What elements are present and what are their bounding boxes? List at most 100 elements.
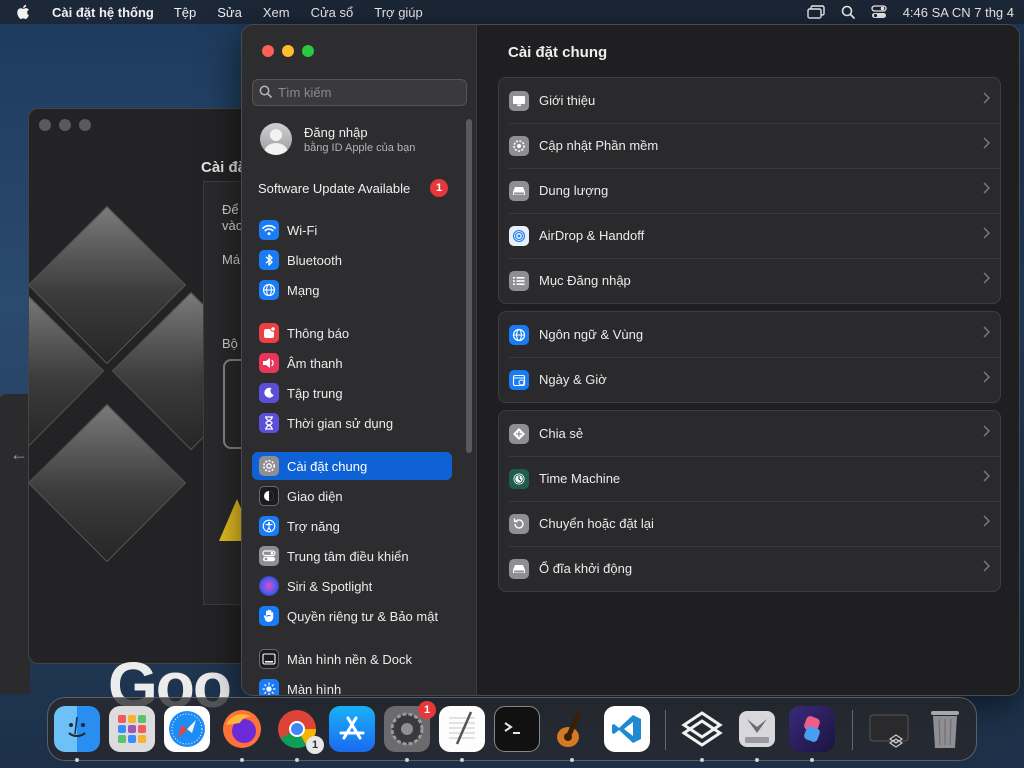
page-title: Cài đặt chung xyxy=(508,44,608,61)
menu-app-name[interactable]: Cài đặt hệ thống xyxy=(52,5,154,20)
control-center-icon[interactable] xyxy=(871,5,887,19)
row-label: Mục Đăng nhập xyxy=(539,273,631,288)
sidebar-item-label: Giao diện xyxy=(287,488,343,504)
row-label: Giới thiệu xyxy=(539,93,596,108)
shortcuts-icon[interactable] xyxy=(789,706,835,752)
parallels-icon[interactable] xyxy=(679,706,725,752)
spotlight-search-icon[interactable] xyxy=(841,5,855,19)
sun-icon xyxy=(259,679,279,695)
row-airdrop-handoff[interactable]: AirDrop & Handoff xyxy=(499,213,1000,258)
airdrop-icon xyxy=(509,225,529,246)
hand-icon xyxy=(259,606,279,626)
wifi-icon xyxy=(259,220,279,240)
system-settings-icon[interactable]: 1 xyxy=(384,701,436,752)
minimize-button[interactable] xyxy=(282,45,294,57)
textedit-icon[interactable] xyxy=(439,706,485,752)
row-startup-disk[interactable]: Ổ đĩa khởi động xyxy=(499,546,1000,591)
chevron-right-icon xyxy=(983,515,991,530)
row-storage[interactable]: Dung lượng xyxy=(499,168,1000,213)
signin-subtitle: bằng ID Apple của bạn xyxy=(304,141,416,154)
apple-id-signin[interactable]: Đăng nhập bằng ID Apple của bạn xyxy=(260,123,415,155)
downloads-stack-icon[interactable] xyxy=(866,706,912,752)
main-pane: Cài đặt chung Giới thiệu Cập nhật Phần m… xyxy=(478,25,1019,695)
sidebar-item-label: Quyền riêng tư & Bảo mật xyxy=(287,608,439,624)
launchpad-icon[interactable] xyxy=(109,706,155,752)
row-label: Chia sẻ xyxy=(539,426,584,441)
sidebar-item-appearance[interactable]: Giao diện xyxy=(252,482,452,510)
row-sharing[interactable]: Chia sẻ xyxy=(499,411,1000,456)
window-zoom-icon xyxy=(79,119,91,131)
finder-icon[interactable] xyxy=(54,706,100,752)
sidebar-item-accessibility[interactable]: Trợ năng xyxy=(252,512,452,540)
siri-icon xyxy=(259,576,279,596)
row-transfer-reset[interactable]: Chuyển hoặc đặt lại xyxy=(499,501,1000,546)
menu-window[interactable]: Cửa sổ xyxy=(311,5,354,20)
sidebar-item-notifications[interactable]: Thông báo xyxy=(252,319,452,347)
row-label: Ổ đĩa khởi động xyxy=(539,561,633,576)
sidebar-item-control-center[interactable]: Trung tâm điều khiển xyxy=(252,542,452,570)
row-about[interactable]: Giới thiệu xyxy=(499,78,1000,123)
sidebar-item-sound[interactable]: Âm thanh xyxy=(252,349,452,377)
background-window-edge: ← xyxy=(0,394,30,694)
sidebar-item-wifi[interactable]: Wi-Fi xyxy=(252,216,452,244)
sidebar-item-privacy-security[interactable]: Quyền riêng tư & Bảo mật xyxy=(252,602,452,630)
row-login-items[interactable]: Mục Đăng nhập xyxy=(499,258,1000,303)
sidebar-item-desktop-dock[interactable]: Màn hình nền & Dock xyxy=(252,645,452,673)
control-center-icon xyxy=(259,546,279,566)
background-window: Cài đặ Để vào Má Bộ xyxy=(28,108,260,664)
sidebar-item-label: Màn hình nền & Dock xyxy=(287,651,413,667)
app-store-icon[interactable] xyxy=(329,706,375,752)
row-time-machine[interactable]: Time Machine xyxy=(499,456,1000,501)
gear-badge-icon xyxy=(509,135,529,156)
sidebar-item-focus[interactable]: Tập trung xyxy=(252,379,452,407)
window-close-icon xyxy=(39,119,51,131)
close-button[interactable] xyxy=(262,45,274,57)
garageband-icon[interactable] xyxy=(549,706,595,752)
update-count-badge: 1 xyxy=(430,179,448,197)
sidebar-item-label: Trợ năng xyxy=(287,518,340,534)
menu-help[interactable]: Trợ giúp xyxy=(374,5,423,20)
sidebar-item-network[interactable]: Mạng xyxy=(252,276,452,304)
firefox-icon[interactable] xyxy=(219,706,265,752)
row-label: Time Machine xyxy=(539,471,621,486)
settings-badge: 1 xyxy=(418,701,436,719)
menu-clock[interactable]: 4:46 SA CN 7 thg 4 xyxy=(903,5,1014,20)
safari-icon[interactable] xyxy=(164,706,210,752)
background-window-title: Cài đặ xyxy=(201,159,247,176)
apple-menu-icon[interactable] xyxy=(16,4,34,20)
row-date-time[interactable]: Ngày & Giờ xyxy=(499,357,1000,402)
settings-group-region: Ngôn ngữ & Vùng Ngày & Giờ xyxy=(498,311,1001,403)
chevron-right-icon xyxy=(983,272,991,287)
chrome-icon[interactable]: 1 xyxy=(274,706,324,754)
software-update-label: Software Update Available xyxy=(258,180,411,196)
row-software-update[interactable]: Cập nhật Phần mềm xyxy=(499,123,1000,168)
sidebar-item-siri-spotlight[interactable]: Siri & Spotlight xyxy=(252,572,452,600)
vscode-icon[interactable] xyxy=(604,706,650,752)
software-update-available[interactable]: Software Update Available 1 xyxy=(258,179,448,197)
dock: 1 1 xyxy=(47,697,977,762)
screen-mirroring-icon[interactable] xyxy=(807,5,825,19)
sidebar-item-displays[interactable]: Màn hình xyxy=(252,675,452,695)
search-input[interactable] xyxy=(278,85,458,100)
speaker-icon xyxy=(259,353,279,373)
trash-icon[interactable] xyxy=(922,706,968,752)
background-text: vào xyxy=(222,218,243,233)
disk-utility-icon[interactable] xyxy=(734,706,780,752)
menu-file[interactable]: Tệp xyxy=(174,5,196,20)
display-icon xyxy=(509,90,529,111)
menu-edit[interactable]: Sửa xyxy=(217,5,242,20)
sidebar-item-screen-time[interactable]: Thời gian sử dụng xyxy=(252,409,452,437)
zoom-button[interactable] xyxy=(302,45,314,57)
sidebar-item-label: Trung tâm điều khiển xyxy=(287,548,409,564)
accessibility-icon xyxy=(259,516,279,536)
sidebar-item-bluetooth[interactable]: Bluetooth xyxy=(252,246,452,274)
sidebar-item-general[interactable]: Cài đặt chung xyxy=(252,452,452,480)
sidebar-item-label: Wi-Fi xyxy=(287,222,318,238)
sidebar-scrollbar[interactable] xyxy=(466,119,472,453)
row-language-region[interactable]: Ngôn ngữ & Vùng xyxy=(499,312,1000,357)
bell-icon xyxy=(259,323,279,343)
search-field[interactable] xyxy=(252,79,467,106)
menu-view[interactable]: Xem xyxy=(263,5,290,20)
back-arrow-icon: ← xyxy=(10,444,28,464)
terminal-icon[interactable] xyxy=(494,706,540,752)
